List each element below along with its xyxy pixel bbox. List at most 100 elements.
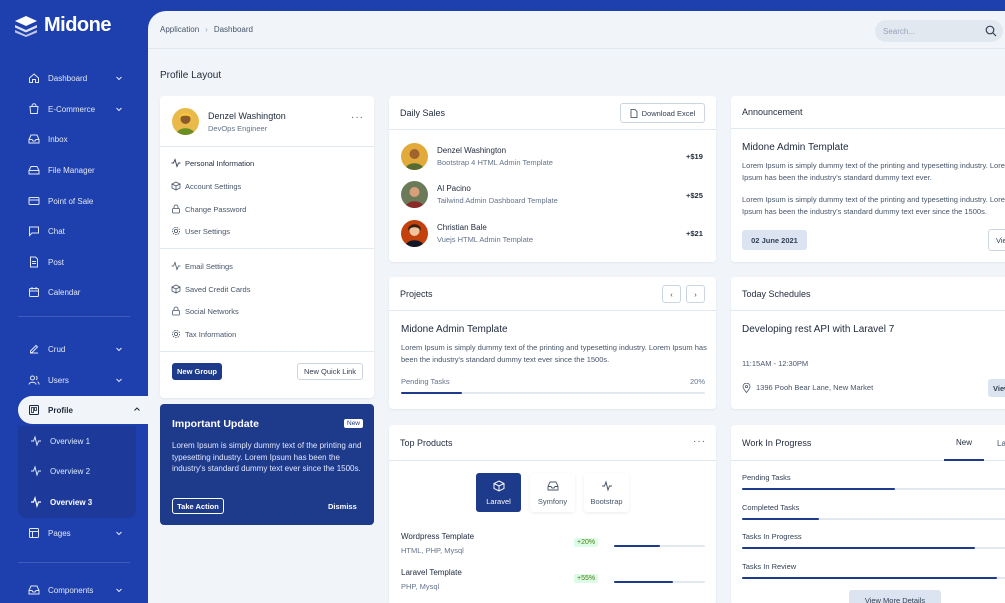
important-update-card: Important Update New Lorem Ipsum is simp… (160, 404, 374, 525)
map-pin-icon (742, 383, 751, 393)
calendar-icon (29, 287, 39, 297)
project-text: Lorem Ipsum is simply dummy text of the … (401, 343, 707, 364)
sidebar-item-file-manager[interactable]: File Manager (18, 157, 130, 183)
sidebar-item-label: Users (48, 375, 69, 385)
prev-button[interactable]: ‹ (662, 285, 681, 303)
sidebar-item-post[interactable]: Post (18, 249, 130, 275)
view-button[interactable]: View (988, 379, 1005, 397)
app-name: Midone (44, 14, 112, 36)
tab-last-week[interactable]: Last Week (997, 425, 1005, 461)
view-label: View (993, 383, 1005, 393)
avatar[interactable] (401, 143, 428, 170)
breadcrumb: Application › Dashboard (160, 25, 253, 34)
sidebar-item-chat[interactable]: Chat (18, 218, 130, 244)
sidebar-item-label: File Manager (48, 165, 95, 175)
new-group-button[interactable]: New Group (172, 363, 222, 380)
tab-new[interactable]: New (944, 425, 984, 461)
sidebar-item-label: Post (48, 257, 65, 267)
menu-tax-information[interactable]: Tax Information (171, 329, 236, 339)
sidebar-item-dashboard[interactable]: Dashboard (18, 65, 130, 91)
file-icon (630, 108, 638, 118)
today-schedules-card: Today Schedules Developing rest API with… (731, 277, 1005, 409)
menu-item-label: User Settings (185, 226, 231, 236)
sale-sub: Vuejs HTML Admin Template (437, 235, 534, 244)
card-title: Daily Sales (400, 107, 446, 118)
breadcrumb-item[interactable]: Dashboard (214, 25, 253, 34)
card-title: Projects (400, 288, 433, 299)
next-button[interactable]: › (686, 285, 705, 303)
app-logo[interactable]: Midone (14, 14, 112, 37)
card-title: Announcement (742, 107, 803, 117)
sidebar-item-label: Pages (48, 528, 71, 538)
card-header: Today Schedules (731, 277, 1005, 311)
sidebar-item-point-of-sale[interactable]: Point of Sale (18, 188, 130, 214)
menu-account-settings[interactable]: Account Settings (171, 181, 241, 191)
tab-symfony[interactable]: Symfony (530, 473, 575, 512)
menu-social-networks[interactable]: Social Networks (171, 306, 239, 316)
profile-submenu: Overview 1 Overview 2 Overview 3 (18, 426, 136, 518)
chevron-right-icon: › (205, 25, 208, 34)
divider (160, 248, 374, 249)
activity-icon (31, 435, 41, 447)
sidebar-subitem-overview-1[interactable]: Overview 1 (26, 431, 90, 451)
wip-progress (742, 577, 1005, 579)
menu-item-label: Email Settings (185, 261, 233, 271)
sidebar-item-users[interactable]: Users (18, 367, 130, 393)
card-header: Top Products (389, 425, 716, 461)
menu-email-settings[interactable]: Email Settings (171, 261, 233, 271)
pending-tasks-label: Pending Tasks (401, 377, 450, 386)
view-more-details-button[interactable]: View More Details (849, 590, 941, 603)
breadcrumb-item[interactable]: Application (160, 25, 199, 34)
tab-laravel[interactable]: Laravel (476, 473, 521, 512)
edit-icon (30, 344, 39, 354)
chevron-down-icon (116, 378, 122, 383)
take-action-button[interactable]: Take Action (172, 498, 224, 514)
menu-change-password[interactable]: Change Password (171, 204, 246, 214)
sidebar-item-crud[interactable]: Crud (18, 336, 130, 362)
sale-name: Al Pacino (437, 184, 471, 193)
chevron-down-icon (116, 531, 122, 536)
dismiss-button[interactable]: Dismiss (328, 502, 357, 511)
sidebar-subitem-overview-2[interactable]: Overview 2 (26, 461, 90, 481)
sidebar-item-inbox[interactable]: Inbox (18, 126, 130, 152)
sidebar-item-e-commerce[interactable]: E-Commerce (18, 96, 130, 122)
download-excel-button[interactable]: Download Excel (620, 103, 705, 123)
activity-icon (31, 465, 41, 477)
avatar[interactable] (172, 108, 199, 135)
sidebar-subitem-label: Overview 3 (50, 497, 93, 507)
view-details-button[interactable]: View Details (988, 229, 1005, 251)
wip-label: Tasks In Progress (742, 532, 802, 541)
chevron-up-icon (134, 407, 140, 411)
box-icon (493, 479, 504, 492)
sidebar-divider (18, 562, 130, 563)
search-input[interactable]: Search... (875, 20, 1003, 42)
avatar[interactable] (401, 220, 428, 247)
tab-bootstrap[interactable]: Bootstrap (584, 473, 629, 512)
menu-saved-credit-cards[interactable]: Saved Credit Cards (171, 284, 250, 294)
sidebar-item-components[interactable]: Components (18, 577, 130, 603)
pending-tasks-progress (401, 392, 705, 394)
search-icon (985, 25, 997, 37)
product-name: Wordpress Template (401, 532, 475, 541)
sale-sub: Tailwind Admin Dashboard Template (437, 196, 558, 205)
sidebar-subitem-overview-3[interactable]: Overview 3 (26, 492, 92, 512)
daily-sales-card: Daily Sales Download Excel Denzel Washin… (389, 96, 716, 262)
sidebar-item-calendar[interactable]: Calendar (18, 279, 130, 305)
inbox-icon (547, 481, 558, 490)
trello-icon (29, 405, 39, 415)
menu-personal-information[interactable]: Personal Information (171, 158, 254, 168)
file-text-icon (30, 256, 38, 268)
product-progress (614, 581, 705, 583)
shopping-bag-icon (29, 103, 39, 114)
more-horizontal-icon[interactable]: ··· (351, 112, 364, 123)
sidebar-item-pages[interactable]: Pages (18, 520, 130, 546)
menu-item-label: Saved Credit Cards (185, 284, 251, 294)
sidebar-item-profile[interactable]: Profile (18, 396, 148, 424)
menu-user-settings[interactable]: User Settings (171, 226, 230, 236)
profile-name: Denzel Washington (208, 111, 286, 121)
avatar[interactable] (401, 181, 428, 208)
product-sub: PHP, Mysql (401, 582, 440, 591)
more-horizontal-icon[interactable]: ··· (693, 436, 706, 447)
new-quick-link-button[interactable]: New Quick Link (297, 363, 363, 380)
progress-fill (401, 392, 462, 394)
